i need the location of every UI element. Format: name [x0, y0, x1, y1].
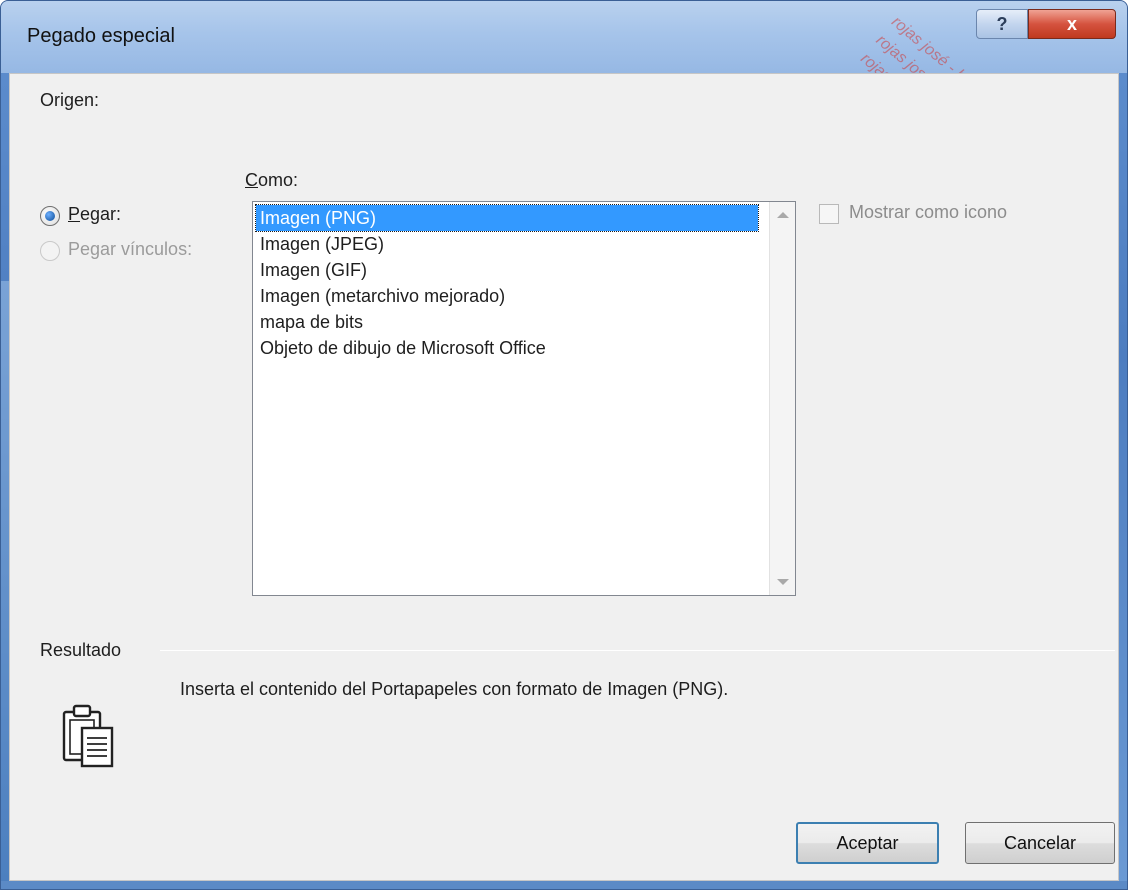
result-separator [160, 650, 1115, 651]
dialog-body: Origen: Como: Pegar: Pegar vínculos: Ima… [9, 73, 1119, 881]
title-bar[interactable]: Pegado especial ? x [1, 1, 1127, 73]
dialog-title: Pegado especial [27, 25, 175, 47]
cancel-button[interactable]: Cancelar [965, 822, 1115, 864]
ok-button[interactable]: Aceptar [796, 822, 939, 864]
format-listbox[interactable]: Imagen (PNG) Imagen (JPEG) Imagen (GIF) … [252, 201, 796, 596]
list-item[interactable]: mapa de bits [256, 309, 758, 335]
source-label: Origen: [40, 90, 100, 110]
paste-link-radio-label: Pegar vínculos: [68, 239, 193, 259]
paste-radio-label[interactable]: Pegar: [68, 204, 121, 225]
result-label: Resultado [40, 640, 122, 660]
as-label-rest: omo: [258, 170, 299, 190]
result-description: Inserta el contenido del Portapapeles co… [180, 679, 729, 699]
list-item[interactable]: Imagen (JPEG) [256, 231, 758, 257]
paste-link-radio[interactable] [40, 241, 60, 261]
list-item[interactable]: Objeto de dibujo de Microsoft Office [256, 335, 758, 361]
as-label: Como: [245, 170, 298, 191]
paste-label-accesskey: P [68, 204, 81, 224]
list-item[interactable]: Imagen (GIF) [256, 257, 758, 283]
window-frame-left [1, 281, 9, 881]
window-frame-bottom [1, 881, 1127, 889]
paste-label-rest: egar: [80, 204, 122, 224]
show-as-icon-label: Mostrar como icono [849, 202, 1008, 222]
help-button[interactable]: ? [976, 9, 1028, 39]
list-item[interactable]: Imagen (PNG) [255, 204, 759, 232]
list-item[interactable]: Imagen (metarchivo mejorado) [256, 283, 758, 309]
as-label-accesskey: C [245, 170, 258, 190]
paste-special-dialog: Pegado especial ? x rojas josé - b4 roja… [0, 0, 1128, 890]
listbox-scrollbar[interactable] [769, 202, 795, 595]
scroll-down-icon[interactable] [777, 579, 789, 585]
paste-radio[interactable] [40, 206, 60, 226]
clipboard-icon [62, 704, 114, 768]
show-as-icon-checkbox[interactable] [819, 204, 839, 224]
close-button[interactable]: x [1028, 9, 1116, 39]
scroll-up-icon[interactable] [777, 212, 789, 218]
